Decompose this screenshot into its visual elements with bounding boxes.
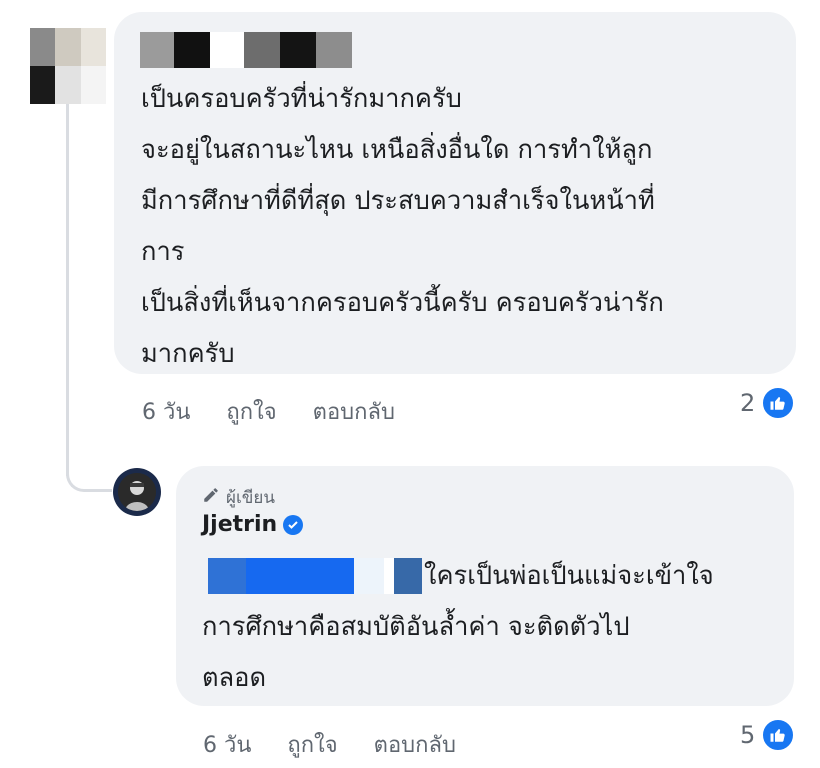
verified-badge-icon xyxy=(283,514,304,535)
comment-bubble: เป็นครอบครัวที่น่ารักมากครับ จะอยู่ในสถา… xyxy=(114,12,796,374)
comment-reply-button[interactable]: ตอบกลับ xyxy=(313,394,395,429)
like-thumb-icon xyxy=(761,386,796,420)
author-tag-label: ผู้เขียน xyxy=(226,488,275,508)
comment-reaction-count: 2 xyxy=(740,389,756,417)
reply-actions: 6 วัน ถูกใจ ตอบกลับ xyxy=(203,727,456,762)
comment-timestamp[interactable]: 6 วัน xyxy=(142,394,190,429)
tagged-mention-redacted[interactable] xyxy=(208,558,422,594)
comment-actions: 6 วัน ถูกใจ ตอบกลับ xyxy=(142,394,395,429)
like-thumb-icon xyxy=(761,718,796,752)
author-name[interactable]: Jjetrin xyxy=(202,512,304,537)
comment-reactions[interactable]: 2 xyxy=(740,386,796,420)
author-avatar[interactable] xyxy=(113,468,161,516)
reply-bubble: ผู้เขียน Jjetrin ใครเป็นพ่อเป็นแม่จะเข้า… xyxy=(176,466,794,706)
thread-connector-curve xyxy=(66,468,112,492)
commenter-avatar[interactable] xyxy=(30,28,106,104)
thread-connector-vertical xyxy=(66,104,69,476)
reply-reactions[interactable]: 5 xyxy=(740,718,796,752)
reply-text: การศึกษาคือสมบัติอันล้ำค่า จะติดตัวไป ตล… xyxy=(202,612,630,693)
author-avatar-photo xyxy=(118,473,156,511)
reply-timestamp[interactable]: 6 วัน xyxy=(203,727,251,762)
commenter-name-redacted[interactable] xyxy=(140,32,362,68)
comment-like-button[interactable]: ถูกใจ xyxy=(226,394,276,429)
pencil-icon xyxy=(202,486,220,509)
reply-text-line-1: ใครเป็นพ่อเป็นแม่จะเข้าใจ xyxy=(424,561,714,591)
author-tag: ผู้เขียน xyxy=(202,484,275,511)
author-name-label: Jjetrin xyxy=(202,512,278,537)
comment-text: เป็นครอบครัวที่น่ารักมากครับ จะอยู่ในสถา… xyxy=(141,84,664,369)
reply-like-button[interactable]: ถูกใจ xyxy=(287,727,337,762)
reply-reaction-count: 5 xyxy=(740,721,756,749)
reply-reply-button[interactable]: ตอบกลับ xyxy=(374,727,456,762)
